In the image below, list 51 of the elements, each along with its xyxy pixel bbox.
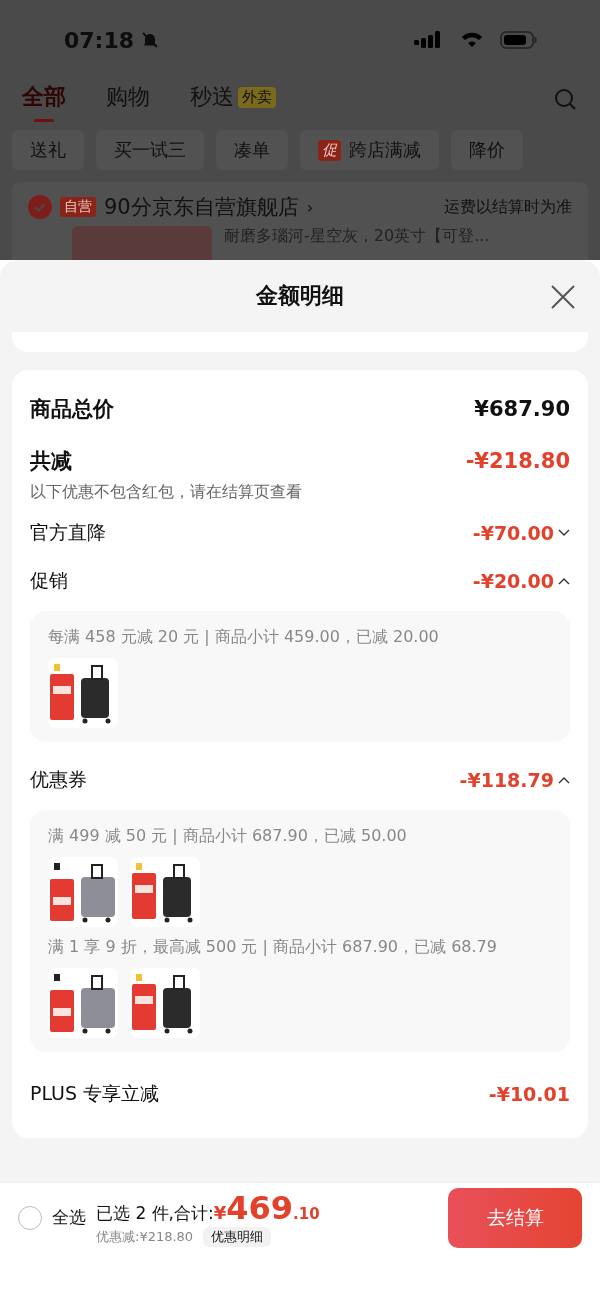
- row-amount: -¥118.79: [459, 769, 554, 791]
- select-all-label[interactable]: 全选: [52, 1206, 86, 1229]
- chevron-up-icon: [558, 776, 570, 784]
- discount-rule: 满 1 享 9 折，最高减 500 元 | 商品小计 687.90，已减 68.79: [48, 937, 498, 958]
- total-price: 469: [226, 1188, 294, 1227]
- store-arrow: ›: [306, 197, 314, 217]
- check-icon: [33, 200, 47, 214]
- row-label: PLUS 专享立减: [30, 1081, 160, 1106]
- chip-label: 送礼: [30, 138, 66, 162]
- chevron-up-icon: [558, 577, 570, 585]
- chip-label: 跨店满减: [349, 138, 421, 162]
- wifi-icon: [460, 30, 484, 50]
- row-label: 官方直降: [30, 520, 106, 545]
- category-tab[interactable]: 秒送 外卖: [190, 78, 276, 122]
- filter-chip[interactable]: 促 跨店满减: [300, 130, 439, 170]
- row-amount: -¥70.00: [472, 522, 554, 544]
- takeout-badge: 外卖: [238, 86, 276, 108]
- chevron-down-icon: [558, 529, 570, 537]
- search-icon[interactable]: [554, 88, 578, 112]
- store-checkbox[interactable]: [28, 195, 52, 219]
- promo-tag: 促: [318, 139, 341, 161]
- discount-amount: 优惠减:¥218.80: [96, 1227, 194, 1246]
- chip-label: 凑单: [234, 138, 270, 162]
- discount-rule: 满 499 减 50 元 | 商品小计 687.90，已减 50.00: [48, 826, 408, 847]
- shipping-note: 运费以结算时为准: [444, 196, 572, 218]
- row-amount: ¥687.90: [474, 397, 570, 421]
- price-decimal: .10: [293, 1204, 320, 1223]
- sheet-title: 金额明细: [256, 282, 344, 310]
- row-label: 优惠券: [30, 767, 87, 792]
- category-tab[interactable]: 全部: [22, 78, 66, 122]
- status-time: 07:18: [64, 27, 135, 53]
- category-tab[interactable]: 购物: [106, 78, 150, 122]
- row-amount: -¥218.80: [465, 449, 570, 473]
- filter-chip[interactable]: 送礼: [12, 130, 84, 170]
- selected-summary: 已选 2 件,合计:: [96, 1201, 214, 1225]
- discount-rule: 每满 458 元减 20 元 | 商品小计 459.00，已减 20.00: [48, 627, 440, 648]
- row-label: 商品总价: [30, 396, 114, 423]
- chip-label: 降价: [469, 138, 505, 162]
- filter-chip[interactable]: 降价: [451, 130, 523, 170]
- row-amount: -¥10.01: [488, 1083, 570, 1105]
- row-label: 共减: [30, 448, 72, 475]
- filter-chip[interactable]: 凑单: [216, 130, 288, 170]
- store-name[interactable]: 90分京东自营旗舰店: [104, 193, 299, 221]
- self-operated-tag: 自营: [60, 197, 96, 217]
- reduction-note: 以下优惠不包含红包，请在结算页查看: [30, 482, 303, 503]
- currency-symbol: ¥: [213, 1201, 227, 1223]
- row-amount: -¥20.00: [472, 570, 554, 592]
- discount-detail-button[interactable]: 优惠明细: [203, 1226, 272, 1247]
- row-label: 促销: [30, 568, 68, 593]
- checkout-button[interactable]: 去结算: [448, 1187, 582, 1248]
- battery-icon: [500, 30, 538, 50]
